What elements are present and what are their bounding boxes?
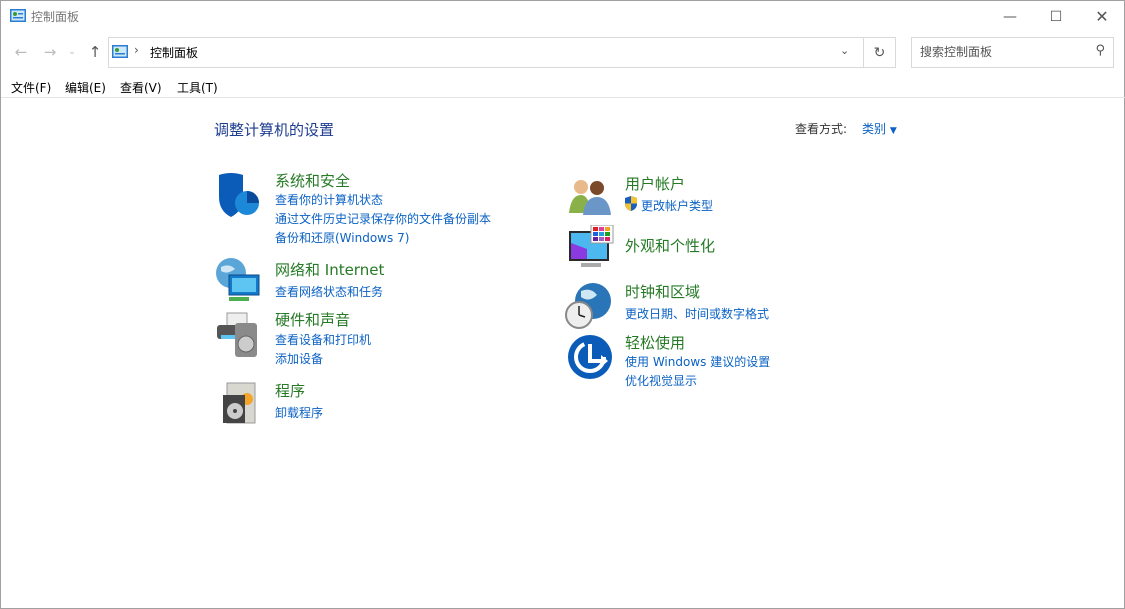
category-system-security[interactable]: 系统和安全 [275, 170, 350, 191]
network-globe-icon [215, 257, 263, 305]
category-programs[interactable]: 程序 [275, 380, 305, 401]
page-heading: 调整计算机的设置 [214, 121, 335, 139]
link-network-status[interactable]: 查看网络状态和任务 [275, 283, 383, 300]
view-by-dropdown[interactable]: 类别 ▼ [862, 120, 897, 137]
link-devices-printers[interactable]: 查看设备和打印机 [275, 331, 371, 348]
breadcrumb-chevron-icon: › [134, 43, 139, 57]
control-panel-icon [10, 9, 26, 22]
menu-edit[interactable]: 编辑(E) [65, 79, 106, 96]
shield-icon [215, 171, 263, 219]
divider [1, 97, 1125, 98]
category-appearance-personalization[interactable]: 外观和个性化 [625, 235, 715, 256]
monitor-palette-icon [567, 224, 615, 273]
chevron-down-icon[interactable]: ⌄ [840, 44, 849, 57]
recent-locations-button[interactable]: ⌄ [64, 41, 80, 63]
forward-button[interactable]: → [39, 41, 61, 63]
category-clock-region[interactable]: 时钟和区域 [625, 281, 700, 302]
users-icon [567, 175, 615, 223]
menu-file[interactable]: 文件(F) [11, 79, 51, 96]
programs-disc-icon [219, 379, 267, 427]
link-change-date-time-format[interactable]: 更改日期、时间或数字格式 [625, 305, 769, 322]
link-file-history[interactable]: 通过文件历史记录保存你的文件备份副本 [275, 210, 491, 227]
link-backup-restore[interactable]: 备份和还原(Windows 7) [275, 229, 409, 246]
back-button[interactable]: ← [10, 41, 32, 63]
maximize-button[interactable]: ☐ [1033, 1, 1079, 32]
category-user-accounts[interactable]: 用户帐户 [625, 173, 685, 194]
category-network-internet[interactable]: 网络和 Internet [275, 259, 384, 280]
link-recommended-settings[interactable]: 使用 Windows 建议的设置 [625, 353, 770, 370]
minimize-button[interactable]: — [987, 1, 1033, 32]
category-hardware-sound[interactable]: 硬件和声音 [275, 309, 350, 330]
search-input[interactable] [920, 45, 1080, 59]
uac-shield-icon [624, 196, 638, 214]
close-button[interactable]: ✕ [1079, 1, 1125, 32]
printer-speaker-icon [215, 311, 263, 359]
view-by-label: 查看方式: [795, 122, 848, 136]
link-view-computer-status[interactable]: 查看你的计算机状态 [275, 191, 383, 208]
search-icon[interactable]: ⚲ [1095, 43, 1105, 58]
breadcrumb-control-panel[interactable]: 控制面板 [150, 44, 198, 61]
link-optimize-visual-display[interactable]: 优化视觉显示 [625, 372, 697, 389]
control-panel-icon [112, 45, 128, 61]
menu-view[interactable]: 查看(V) [120, 79, 162, 96]
up-button[interactable]: ↑ [84, 41, 106, 63]
category-ease-of-access[interactable]: 轻松使用 [625, 332, 685, 353]
window-title: 控制面板 [31, 10, 80, 24]
ease-of-access-icon [567, 334, 615, 382]
view-by-value: 类别 [862, 122, 887, 136]
link-change-account-type[interactable]: 更改帐户类型 [641, 197, 713, 214]
search-box[interactable]: ⚲ [911, 37, 1114, 68]
caret-down-icon: ▼ [889, 126, 897, 136]
refresh-button[interactable]: ↻ [863, 37, 896, 68]
globe-clock-icon [565, 281, 613, 329]
menu-tools[interactable]: 工具(T) [177, 79, 218, 96]
link-add-device[interactable]: 添加设备 [275, 350, 323, 367]
address-bar[interactable]: › 控制面板 ⌄ [108, 37, 864, 68]
link-uninstall-program[interactable]: 卸载程序 [275, 404, 323, 421]
